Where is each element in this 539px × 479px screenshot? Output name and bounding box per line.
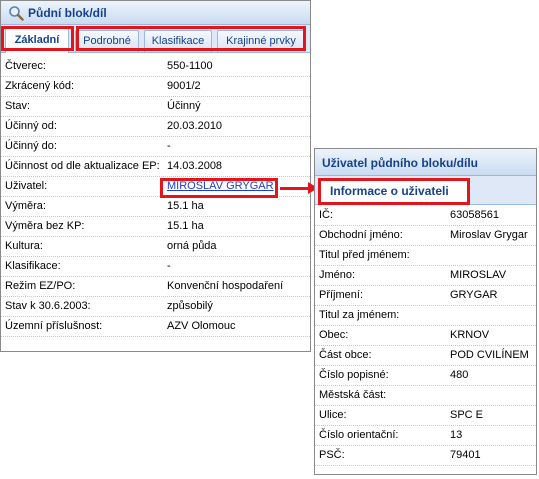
parcel-value: - [167, 140, 171, 152]
parcel-panel: Půdní blok/díl Základní Podrobné Klasifi… [0, 0, 311, 352]
parcel-value: 15.1 ha [167, 200, 204, 212]
user-row-mestska-cast: Městská část: [315, 386, 536, 406]
tab-krajinne-prvky[interactable]: Krajinné prvky [217, 30, 305, 52]
parcel-row-vymera-bez-kp: Výměra bez KP: 15.1 ha [1, 217, 310, 237]
parcel-value: 550-1100 [167, 60, 213, 72]
parcel-label: Uživatel: [5, 180, 48, 192]
user-panel-header: Uživatel půdního bloku/dílu [315, 149, 536, 176]
user-row-cast-obce: Část obce: POD CVILÍNEM [315, 346, 536, 366]
user-label: Část obce: [319, 349, 372, 361]
user-label: Příjmení: [319, 289, 364, 301]
parcel-value: 9001/2 [167, 80, 201, 92]
parcel-row-ctverec: Čtverec: 550-1100 [1, 57, 310, 77]
parcel-value: Konvenční hospodaření [167, 280, 284, 292]
user-label: Číslo popisné: [319, 369, 389, 381]
user-row-ic: IČ: 63058561 [315, 206, 536, 226]
tab-zakladni[interactable]: Základní [5, 28, 69, 53]
parcel-row-vymera: Výměra: 15.1 ha [1, 197, 310, 217]
user-value: SPC E [450, 409, 484, 421]
user-properties: IČ: 63058561 Obchodní jméno: Miroslav Gryga… [315, 206, 536, 466]
parcel-label: Účinný do: [5, 140, 57, 152]
parcel-label: Územní příslušnost: [5, 320, 103, 332]
user-row-cislo-popisne: Číslo popisné: 480 [315, 366, 536, 386]
user-link-highlight [160, 178, 278, 198]
tab-klasifikace[interactable]: Klasifikace [144, 30, 212, 52]
user-row-titul-pred-jmenem: Titul před jménem: [315, 246, 536, 266]
user-label: Obchodní jméno: [319, 229, 403, 241]
parcel-label: Výměra: [5, 200, 46, 212]
user-value: POD CVILÍNEM [450, 349, 529, 361]
user-label: Ulice: [319, 409, 347, 421]
parcel-row-rezim-ez-po: Režim EZ/PO: Konvenční hospodaření [1, 277, 310, 297]
parcel-label: Stav: [5, 100, 31, 112]
parcel-row-zkraceny-kod: Zkrácený kód: 9001/2 [1, 77, 310, 97]
user-value: 13 [450, 429, 463, 441]
user-value: 480 [450, 369, 469, 381]
parcel-value: orná půda [167, 240, 217, 252]
user-panel-title: Uživatel půdního bloku/dílu [322, 156, 478, 170]
parcel-row-stav-k-30-6-2003: Stav k 30.6.2003: způsobilý [1, 297, 310, 317]
parcel-row-kultura: Kultura: orná půda [1, 237, 310, 257]
user-label: Jméno: [319, 269, 356, 281]
parcel-panel-title: Půdní blok/díl [28, 6, 107, 20]
user-label: PSČ: [319, 449, 345, 461]
user-row-titul-za-jmenem: Titul za jménem: [315, 306, 536, 326]
parcel-row-ucinny-do: Účinný do: - [1, 137, 310, 157]
user-label: Číslo orientační: [319, 429, 399, 441]
parcel-value: Účinný [167, 100, 201, 112]
parcel-tab-strip: Základní Podrobné Klasifikace Krajinné p… [1, 25, 310, 53]
parcel-row-ucinny-od: Účinný od: 20.03.2010 [1, 117, 310, 137]
user-row-obec: Obec: KRNOV [315, 326, 536, 346]
parcel-label: Zkrácený kód: [5, 80, 75, 92]
user-label: Titul před jménem: [319, 249, 410, 261]
parcel-value: AZV Olomouc [167, 320, 236, 332]
parcel-label: Kultura: [5, 240, 43, 252]
user-label: Městská část: [319, 389, 387, 401]
user-value: GRYGAR [450, 289, 498, 301]
user-row-psc: PSČ: 79401 [315, 446, 536, 466]
parcel-label: Účinný od: [5, 120, 57, 132]
user-value: Miroslav Grygar [450, 229, 528, 241]
user-value: MIROSLAV [450, 269, 507, 281]
parcel-label: Klasifikace: [5, 260, 61, 272]
parcel-row-uzemni-prislusnost: Územní příslušnost: AZV Olomouc [1, 317, 310, 337]
user-label: Obec: [319, 329, 349, 341]
parcel-label: Účinnost od dle aktualizace EP: [5, 160, 160, 172]
user-value: 63058561 [450, 209, 499, 221]
tab-podrobne[interactable]: Podrobné [75, 30, 139, 52]
user-panel: Uživatel půdního bloku/dílu Informace o … [314, 148, 537, 475]
parcel-value: 20.03.2010 [167, 120, 223, 132]
parcel-value: - [167, 260, 171, 272]
parcel-label: Čtverec: [5, 60, 46, 72]
user-row-obchodni-jmeno: Obchodní jméno: Miroslav Grygar [315, 226, 536, 246]
user-label: IČ: [319, 209, 334, 221]
parcel-value: 14.03.2008 [167, 160, 223, 172]
parcel-row-stav: Stav: Účinný [1, 97, 310, 117]
parcel-label: Režim EZ/PO: [5, 280, 76, 292]
parcel-row-ucinnost-od-dle-aktualizace-ep: Účinnost od dle aktualizace EP: 14.03.200… [1, 157, 310, 177]
user-label: Titul za jménem: [319, 309, 400, 321]
parcel-row-klasifikace: Klasifikace: - [1, 257, 310, 277]
parcel-label: Výměra bez KP: [5, 220, 85, 232]
user-row-ulice: Ulice: SPC E [315, 406, 536, 426]
user-row-jmeno: Jméno: MIROSLAV [315, 266, 536, 286]
parcel-value: 15.1 ha [167, 220, 204, 232]
magnifier-icon [9, 6, 24, 21]
user-value: 79401 [450, 449, 481, 461]
parcel-panel-header: Půdní blok/díl [1, 1, 310, 25]
user-row-prijmeni: Příjmení: GRYGAR [315, 286, 536, 306]
user-value: KRNOV [450, 329, 490, 341]
parcel-value: způsobilý [167, 300, 213, 312]
tab-informace-o-uzivateli[interactable]: Informace o uživateli [318, 178, 470, 205]
parcel-label: Stav k 30.6.2003: [5, 300, 91, 312]
user-tab-strip: Informace o uživateli [315, 176, 536, 205]
user-row-cislo-orientacni: Číslo orientační: 13 [315, 426, 536, 446]
